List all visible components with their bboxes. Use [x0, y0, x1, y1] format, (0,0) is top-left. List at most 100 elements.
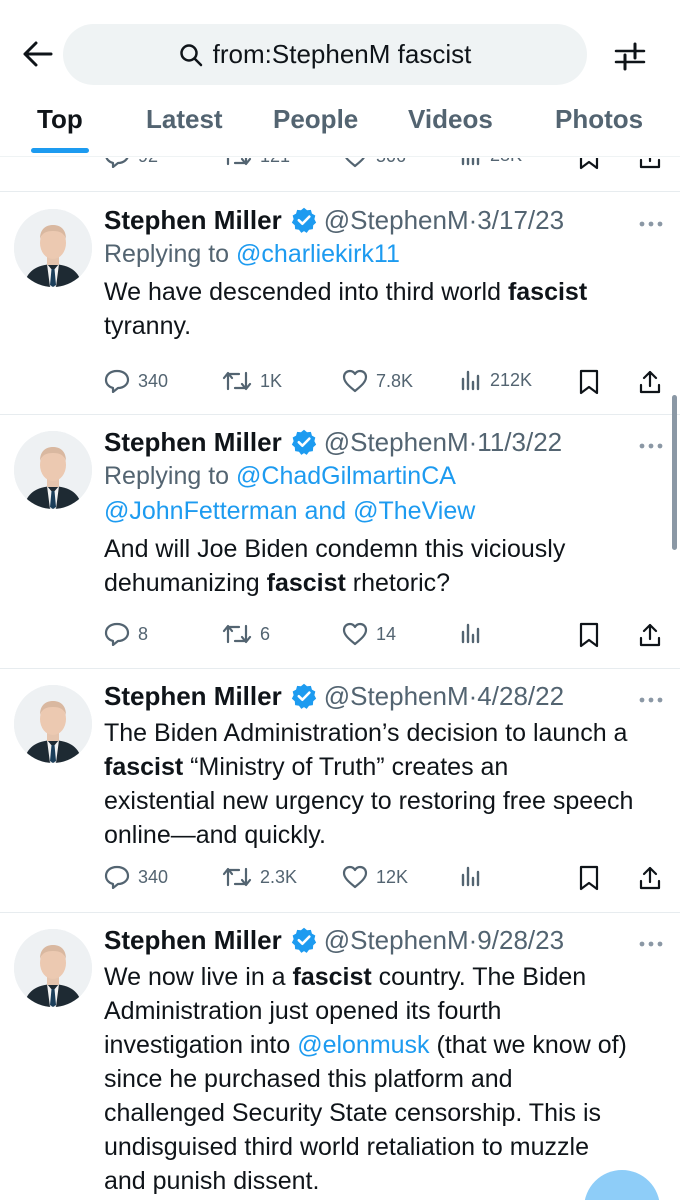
tweet-text-line: investigation into @elonmusk (that we kn… — [104, 1031, 627, 1059]
active-tab-indicator — [31, 148, 89, 153]
verified-badge-icon — [291, 429, 316, 455]
tweet-date[interactable]: 9/28/23 — [477, 923, 564, 957]
retweet-icon — [222, 624, 252, 644]
bookmark-button[interactable] — [578, 622, 600, 648]
avatar[interactable] — [14, 209, 92, 287]
avatar[interactable] — [14, 929, 92, 1007]
verified-badge-icon — [291, 927, 316, 953]
like-button[interactable]: 7.8K — [342, 369, 413, 393]
retweet-button[interactable]: 1K — [222, 369, 282, 393]
tweet-card[interactable]: Stephen Miller @StephenM · 11/3/22 Replying … — [0, 415, 680, 669]
retweet-button[interactable]: 2.3K — [222, 865, 297, 889]
tab-people[interactable]: People — [273, 104, 358, 135]
heart-icon — [342, 622, 368, 646]
tweet-date[interactable]: 11/3/22 — [477, 425, 562, 459]
display-name[interactable]: Stephen Miller — [104, 679, 282, 713]
search-input[interactable]: from:StephenM fascist — [63, 24, 587, 85]
like-button[interactable]: 12K — [342, 865, 408, 889]
mention-link[interactable]: @elonmusk — [297, 1031, 429, 1059]
reply-button[interactable]: 8 — [104, 622, 148, 646]
display-name[interactable]: Stephen Miller — [104, 425, 282, 459]
tweet-content: Stephen Miller @StephenM · 9/28/23 We now li… — [104, 923, 670, 1198]
avatar-photo — [14, 929, 92, 1007]
bookmark-button[interactable] — [578, 369, 600, 395]
replying-to: Replying to @charliekirk11 — [104, 237, 670, 272]
retweet-icon — [222, 371, 252, 391]
avatar[interactable] — [14, 431, 92, 509]
search-settings-button[interactable] — [608, 36, 652, 76]
search-term-highlight: fascist — [104, 753, 184, 781]
user-handle[interactable]: @StephenM — [324, 679, 469, 713]
tweet-header: Stephen Miller @StephenM · 11/3/22 — [104, 425, 670, 459]
tab-latest[interactable]: Latest — [146, 104, 223, 135]
tweet-card[interactable]: Stephen Miller @StephenM · 4/28/22 The Biden… — [0, 669, 680, 913]
tweet-header: Stephen Miller @StephenM · 3/17/23 — [104, 203, 670, 237]
header-divider — [0, 156, 680, 157]
heart-icon — [342, 369, 368, 393]
like-count: 14 — [376, 623, 397, 644]
tweet-text[interactable]: And will Joe Biden condemn this viciousl… — [104, 532, 670, 600]
reply-button[interactable]: 340 — [104, 865, 168, 889]
display-name[interactable]: Stephen Miller — [104, 203, 282, 237]
tweet-header: Stephen Miller @StephenM · 9/28/23 — [104, 923, 670, 957]
tab-top[interactable]: Top — [37, 104, 83, 135]
share-button[interactable] — [638, 369, 662, 395]
bookmark-button[interactable] — [578, 865, 600, 891]
tweet-text[interactable]: The Biden Administration’s decision to l… — [104, 716, 670, 852]
replying-to-continued: @JohnFetterman and @TheView — [104, 494, 670, 529]
reply-mention-link[interactable]: @ChadGilmartinCA — [236, 462, 456, 490]
bookmark-icon — [579, 622, 599, 648]
tweet-text-line: Administration just opened its fourth — [104, 997, 502, 1025]
share-icon — [639, 623, 661, 647]
reply-button[interactable]: 340 — [104, 369, 168, 393]
back-button[interactable] — [20, 36, 56, 72]
verified-badge — [290, 428, 318, 456]
search-tabs: Top Latest People Videos Photos — [0, 96, 680, 156]
retweet-button[interactable]: 6 — [222, 622, 270, 646]
retweet-count: 2.3K — [260, 866, 298, 887]
views-button[interactable] — [460, 865, 490, 887]
like-count: 12K — [376, 866, 409, 887]
tweet-content: Stephen Miller @StephenM · 11/3/22 Replying … — [104, 425, 670, 600]
views-chart-icon — [461, 623, 480, 644]
replying-to-label: Replying to — [104, 240, 230, 268]
tweet-text[interactable]: We have descended into third world fasci… — [104, 275, 670, 343]
tweet-text-line: We have descended into third world fasci… — [104, 278, 588, 306]
search-icon — [179, 43, 202, 66]
tweet-card[interactable]: Stephen Miller @StephenM · 9/28/23 We now li… — [0, 913, 680, 1200]
tweet-header: Stephen Miller @StephenM · 4/28/22 — [104, 679, 670, 713]
avatar[interactable] — [14, 685, 92, 763]
reply-mentions-link[interactable]: @JohnFetterman and @TheView — [104, 497, 475, 525]
tweet-text-line: fascist “Ministry of Truth” creates an — [104, 753, 509, 781]
verified-badge — [290, 206, 318, 234]
bookmark-icon — [579, 865, 599, 891]
reply-count: 340 — [138, 370, 169, 391]
meta-separator: · — [468, 205, 478, 235]
display-name[interactable]: Stephen Miller — [104, 923, 282, 957]
user-handle[interactable]: @StephenM — [324, 203, 469, 237]
tweet-text[interactable]: We now live in a fascist country. The Bi… — [104, 960, 670, 1198]
scrollbar[interactable] — [672, 395, 677, 550]
tab-videos[interactable]: Videos — [408, 104, 493, 135]
tweet-date[interactable]: 3/17/23 — [477, 203, 564, 237]
back-arrow-icon — [23, 41, 53, 67]
user-handle[interactable]: @StephenM — [324, 923, 469, 957]
views-button[interactable]: 212K — [460, 369, 532, 391]
like-button[interactable]: 14 — [342, 622, 396, 646]
tweet-text-line: tyranny. — [104, 312, 192, 340]
reply-icon — [104, 865, 130, 889]
tweet-content: Stephen Miller @StephenM · 4/28/22 The Biden… — [104, 679, 670, 852]
share-button[interactable] — [638, 622, 662, 648]
views-button[interactable] — [460, 622, 490, 644]
reply-count: 340 — [138, 866, 169, 887]
reply-mention-link[interactable]: @charliekirk11 — [236, 240, 400, 268]
verified-badge-icon — [291, 207, 316, 233]
tweet-card[interactable]: Stephen Miller @StephenM · 3/17/23 Replying … — [0, 193, 680, 415]
tweet-date[interactable]: 4/28/22 — [477, 679, 564, 713]
views-count: 212K — [490, 369, 533, 390]
share-button[interactable] — [638, 865, 662, 891]
tweet-content: Stephen Miller @StephenM · 3/17/23 Replying … — [104, 203, 670, 343]
user-handle[interactable]: @StephenM — [324, 425, 469, 459]
tweet-divider — [0, 191, 680, 192]
tab-photos[interactable]: Photos — [555, 104, 643, 135]
